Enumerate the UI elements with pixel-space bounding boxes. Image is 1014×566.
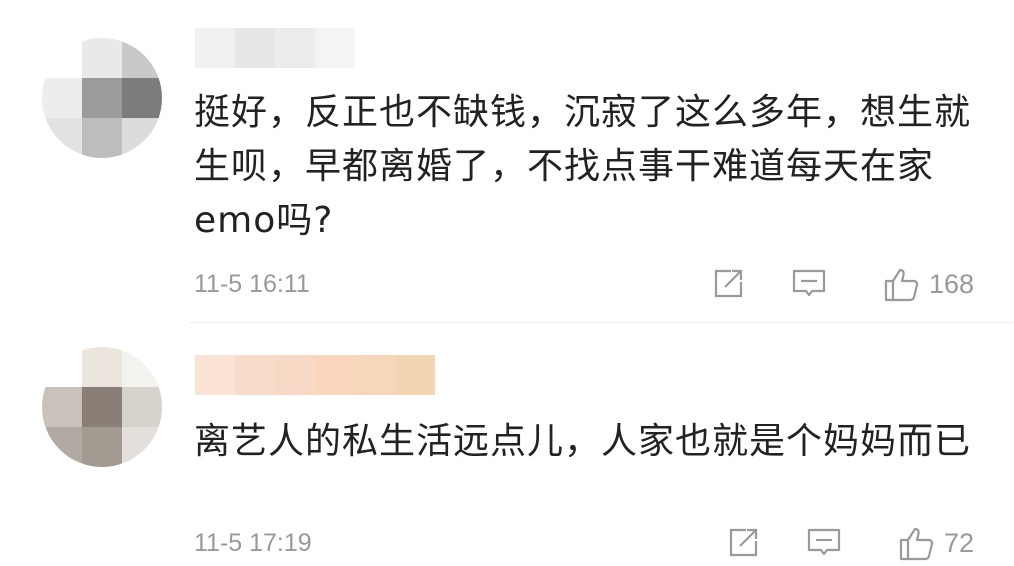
like-button[interactable]: 72: [898, 525, 974, 561]
blur-cell: [195, 28, 235, 68]
reply-button[interactable]: [791, 267, 827, 301]
comment-icon: [792, 269, 826, 297]
comment-item: 挺好，反正也不缺钱，沉寂了这么多年，想生就生呗，早都离婚了，不找点事干难道每天在…: [0, 0, 1014, 322]
blur-cell: [235, 28, 275, 68]
comment-text: 离艺人的私生活远点儿，人家也就是个妈妈而已: [194, 421, 972, 462]
share-button[interactable]: [726, 526, 760, 560]
avatar-mosaic: [42, 38, 162, 158]
comment-meta: 11-5 16:11 168: [194, 264, 974, 304]
comment-actions: 168: [711, 264, 974, 304]
share-button[interactable]: [711, 267, 745, 301]
avatar[interactable]: [42, 38, 162, 158]
mosaic-cell: [122, 78, 162, 118]
blur-cell: [315, 355, 355, 395]
like-button[interactable]: 168: [883, 266, 974, 302]
mosaic-cell: [82, 118, 122, 158]
comment-time: 11-5 17:19: [194, 528, 312, 557]
blur-cell: [395, 355, 435, 395]
username-blurred[interactable]: [195, 28, 355, 68]
comment-time: 11-5 16:11: [194, 269, 310, 298]
comment-actions: 72: [726, 523, 974, 563]
blur-cell: [315, 28, 355, 68]
mosaic-cell: [122, 347, 162, 387]
blur-cell: [275, 355, 315, 395]
mosaic-cell: [82, 387, 122, 427]
mosaic-cell: [82, 78, 122, 118]
mosaic-cell: [122, 387, 162, 427]
like-count: 72: [943, 527, 974, 558]
comment-item: 离艺人的私生活远点儿，人家也就是个妈妈而已 11-5 17:19 72: [0, 323, 1014, 566]
mosaic-cell: [122, 118, 162, 158]
share-icon: [714, 269, 743, 298]
mosaic-cell: [42, 118, 82, 158]
like-count: 168: [928, 268, 974, 299]
mosaic-cell: [82, 38, 122, 78]
reply-button[interactable]: [806, 526, 842, 560]
username-blurred[interactable]: [195, 355, 435, 395]
mosaic-cell: [42, 78, 82, 118]
mosaic-cell: [82, 347, 122, 387]
share-icon: [729, 528, 758, 557]
comment-text: 挺好，反正也不缺钱，沉寂了这么多年，想生就生呗，早都离婚了，不找点事干难道每天在…: [194, 92, 972, 241]
mosaic-cell: [42, 347, 82, 387]
thumbs-up-icon: [884, 268, 919, 302]
mosaic-cell: [82, 427, 122, 467]
mosaic-cell: [122, 38, 162, 78]
blur-cell: [235, 355, 275, 395]
mosaic-cell: [42, 38, 82, 78]
thumbs-up-icon: [899, 527, 934, 561]
avatar-mosaic: [42, 347, 162, 467]
mosaic-cell: [42, 387, 82, 427]
mosaic-cell: [42, 427, 82, 467]
blur-cell: [195, 355, 235, 395]
blur-cell: [275, 28, 315, 68]
mosaic-cell: [122, 427, 162, 467]
comment-icon: [807, 528, 841, 556]
comment-meta: 11-5 17:19 72: [194, 523, 974, 563]
blur-cell: [355, 355, 395, 395]
avatar[interactable]: [42, 347, 162, 467]
